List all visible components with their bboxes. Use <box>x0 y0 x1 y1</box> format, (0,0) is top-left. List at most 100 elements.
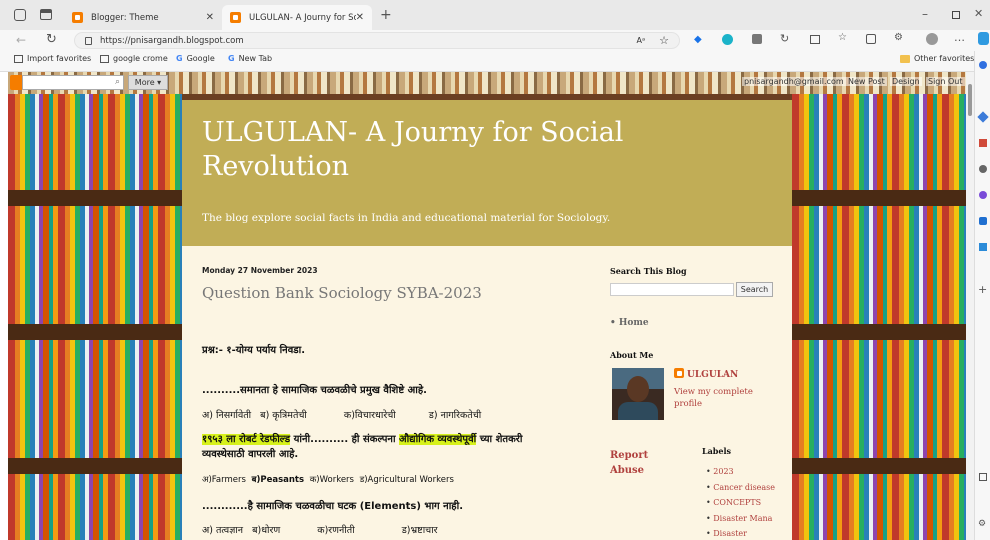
bookshelf-background-left <box>8 72 182 540</box>
label-item[interactable]: • 2023 <box>706 464 775 480</box>
option: ब)Peasants <box>251 475 305 485</box>
home-link[interactable]: • Home <box>610 318 649 328</box>
more-menu-icon[interactable]: … <box>954 31 965 44</box>
favorite-star-icon[interactable]: ☆ <box>659 34 669 47</box>
blogger-favicon-icon <box>72 12 83 23</box>
edge-sidebar: + ⚙ <box>974 51 990 540</box>
tab-ulgulan[interactable]: ULGULAN- A Journy for Social Re ✕ <box>222 5 372 30</box>
blog-search-input[interactable] <box>610 283 734 296</box>
refresh-icon[interactable]: ↻ <box>46 32 57 47</box>
extension-2-icon[interactable] <box>722 34 733 45</box>
search-icon: ⌕ <box>114 77 120 87</box>
copilot-icon[interactable] <box>978 32 989 45</box>
question-instruction: प्रश्न:- १-योग्य पर्याय निवडा. <box>202 345 306 356</box>
question-2-options: अ)Farmers ब)Peasants क)Workers ड)Agricul… <box>202 474 454 485</box>
blog-description: The blog explore social facts in India a… <box>202 212 611 224</box>
tab-title: Blogger: Theme <box>91 12 159 23</box>
sidebar-layout-icon[interactable] <box>979 473 987 481</box>
blog-title[interactable]: ULGULAN- A Journy for Social Revolution <box>202 116 762 184</box>
other-favorites[interactable]: Other favorites <box>900 54 974 63</box>
report-abuse-link[interactable]: Report Abuse <box>610 448 656 478</box>
google-icon: G <box>228 54 235 63</box>
lock-icon <box>85 36 92 45</box>
page-scrollbar[interactable] <box>966 72 974 540</box>
import-icon <box>14 54 23 63</box>
label-item[interactable]: • Disaster <box>706 526 775 540</box>
collections-icon[interactable] <box>866 34 876 44</box>
close-tab-icon[interactable]: ✕ <box>356 12 364 23</box>
refresh-extension-icon[interactable]: ↻ <box>780 32 789 45</box>
design-link[interactable]: Design <box>890 77 922 86</box>
label-item[interactable]: • Disaster Mana <box>706 511 775 527</box>
profile-name[interactable]: ULGULAN <box>674 368 738 380</box>
option: क)रणनीती <box>317 525 355 536</box>
question-1: ..........समानता हे सामाजिक चळवळीचे प्रम… <box>202 385 427 396</box>
split-screen-icon[interactable] <box>810 35 820 44</box>
option: ब) कृत्रिमतेची <box>260 410 307 421</box>
url-text: https://pnisargandh.blogspot.com <box>100 35 244 46</box>
new-tab-icon[interactable]: + <box>380 7 392 23</box>
sidebar-settings-icon[interactable]: ⚙ <box>978 519 986 529</box>
option: अ) तत्वज्ञान <box>202 525 244 536</box>
question-1-options: अ) निसर्गावेती ब) कृत्रिमतेची क)विचारधार… <box>202 408 572 421</box>
bookmark-google[interactable]: G Google <box>176 54 215 63</box>
blogger-navbar: ⌕ More ▾ pnisargandh@gmail.com New Post … <box>8 72 966 94</box>
option: अ) निसर्गावेती <box>202 410 252 421</box>
sidebar-add-icon[interactable]: + <box>978 283 987 296</box>
sidebar-send-icon[interactable] <box>979 243 987 251</box>
close-window-icon[interactable]: ✕ <box>974 7 983 20</box>
tab-blogger-theme[interactable]: Blogger: Theme ✕ <box>64 5 222 30</box>
tab-title: ULGULAN- A Journy for Social Re <box>249 12 356 23</box>
restore-icon[interactable] <box>952 11 960 19</box>
profile-avatar-icon[interactable] <box>926 33 938 45</box>
favorites-icon[interactable]: ☆ <box>838 32 847 43</box>
other-favorites-label: Other favorites <box>914 54 975 63</box>
view-profile-link[interactable]: View my complete profile <box>674 386 764 410</box>
blog-page: ⌕ More ▾ pnisargandh@gmail.com New Post … <box>8 72 966 540</box>
labels-list: • 2023 • Cancer disease • CONCEPTS • Dis… <box>706 464 775 540</box>
sidebar-office-icon[interactable] <box>979 217 987 225</box>
label-item[interactable]: • Cancer disease <box>706 480 775 496</box>
profile-face <box>627 376 649 402</box>
option: ड)Agricultural Workers <box>359 475 454 485</box>
sidebar-games-icon[interactable] <box>979 191 987 199</box>
browser-menu-icon[interactable] <box>14 9 26 21</box>
extensions-puzzle-icon[interactable]: ⚙ <box>894 32 903 43</box>
question-text: यांनी.......... ही संकल्पना <box>290 434 400 445</box>
tab-actions-icon[interactable] <box>40 9 52 20</box>
sign-out-link[interactable]: Sign Out <box>926 77 965 86</box>
blog-header: ULGULAN- A Journy for Social Revolution … <box>182 100 792 246</box>
sidebar-search-icon[interactable] <box>979 61 987 69</box>
navbar-more-button[interactable]: More ▾ <box>128 75 168 90</box>
option: ड)भ्रष्टाचार <box>401 525 438 536</box>
extension-3-icon[interactable] <box>752 34 762 44</box>
blogger-favicon-icon <box>230 12 241 23</box>
sidebar-people-icon[interactable] <box>979 165 987 173</box>
extension-icon[interactable]: ◆ <box>694 34 702 45</box>
blogger-profile-icon <box>674 368 684 378</box>
profile-shirt <box>618 402 658 420</box>
blog-search-button[interactable]: Search <box>736 282 773 297</box>
sidebar-tools-icon[interactable] <box>977 111 989 123</box>
post-title[interactable]: Question Bank Sociology SYBA-2023 <box>202 284 482 302</box>
new-post-link[interactable]: New Post <box>846 77 887 86</box>
option: क)विचारधारेची <box>343 410 396 421</box>
bookmark-google-crome[interactable]: google crome <box>100 54 168 63</box>
address-bar[interactable]: https://pnisargandh.blogspot.com Aᵃ ☆ <box>74 32 680 49</box>
minimize-icon[interactable]: – <box>922 7 928 21</box>
bookmark-label: New Tab <box>238 54 273 63</box>
option: ड) नागरिकतेची <box>428 410 482 421</box>
bookmark-import-favorites[interactable]: Import favorites <box>14 54 91 63</box>
read-aloud-icon[interactable]: Aᵃ <box>637 36 646 45</box>
option: ब)धोरण <box>252 525 281 536</box>
bookmark-new-tab[interactable]: G New Tab <box>228 54 272 63</box>
sidebar-shopping-icon[interactable] <box>979 139 987 147</box>
label-item[interactable]: • CONCEPTS <box>706 495 775 511</box>
close-tab-icon[interactable]: ✕ <box>206 12 214 23</box>
back-icon[interactable]: ← <box>16 33 26 47</box>
scrollbar-thumb[interactable] <box>968 84 972 116</box>
navbar-search-input[interactable]: ⌕ <box>22 75 124 90</box>
option: अ)Farmers <box>202 475 246 485</box>
browser-tab-bar: Blogger: Theme ✕ ULGULAN- A Journy for S… <box>0 0 990 30</box>
profile-photo[interactable] <box>612 368 664 420</box>
